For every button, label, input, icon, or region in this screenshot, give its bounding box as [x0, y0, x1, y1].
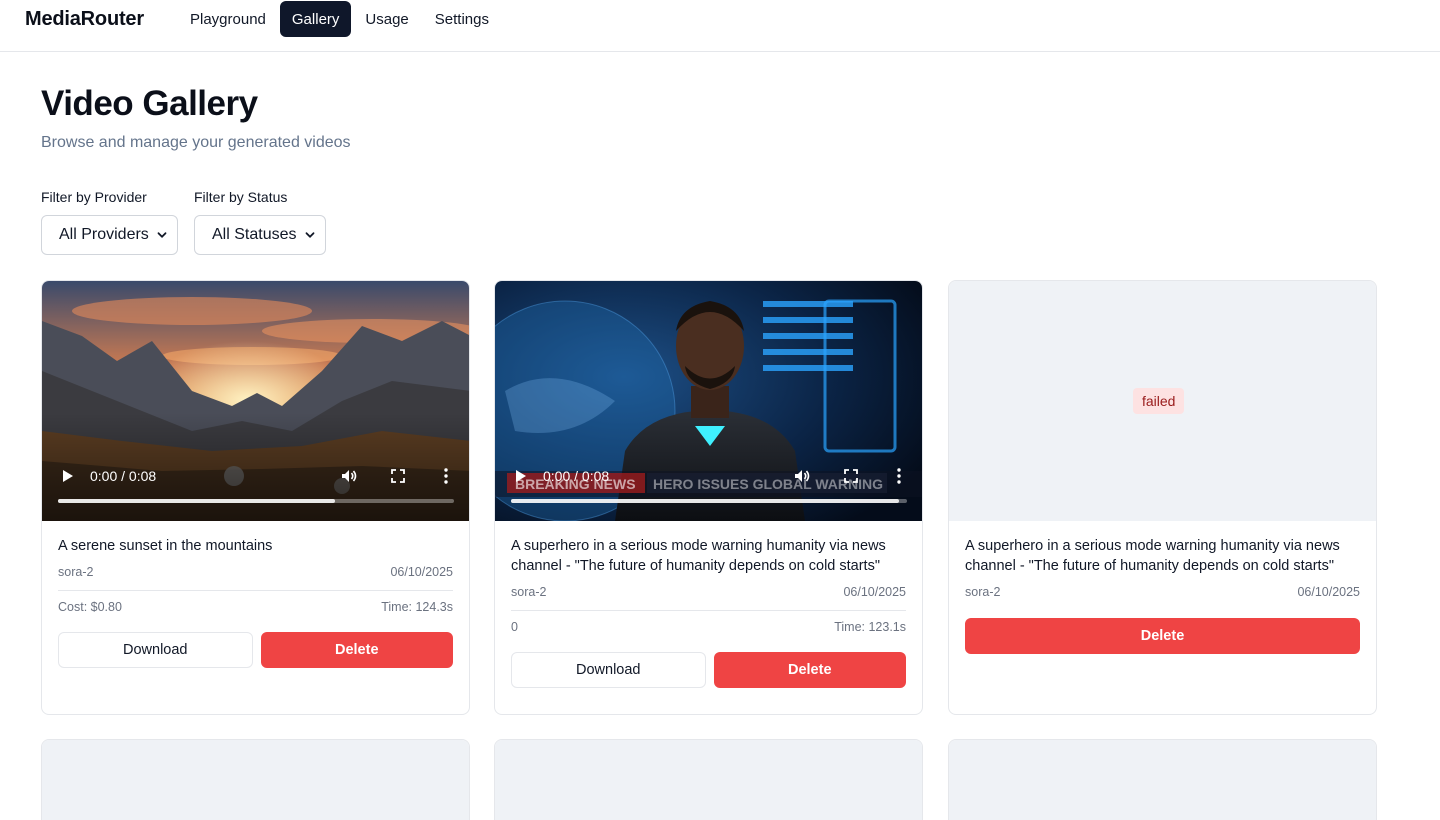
nav-settings[interactable]: Settings: [423, 1, 501, 37]
play-icon[interactable]: [62, 469, 74, 483]
video-progress-track[interactable]: [511, 499, 907, 503]
video-model: sora-2: [511, 585, 547, 599]
video-card-loading: [494, 739, 923, 820]
video-timecode: 0:00 / 0:08: [543, 468, 610, 484]
provider-filter: Filter by Provider All Providers: [41, 189, 178, 255]
video-time: Time: 123.1s: [834, 620, 906, 634]
page-subtitle: Browse and manage your generated videos: [41, 134, 351, 151]
download-button[interactable]: Download: [511, 652, 706, 688]
video-card-info: A serene sunset in the mountains sora-2 …: [58, 536, 453, 668]
video-prompt: A superhero in a serious mode warning hu…: [511, 538, 886, 574]
provider-select[interactable]: All Providers: [41, 215, 178, 255]
video-model: sora-2: [58, 565, 94, 579]
video-actions: Download Delete: [511, 652, 906, 688]
divider: [511, 610, 906, 611]
provider-select-value: All Providers: [59, 226, 149, 243]
more-options-icon[interactable]: [895, 467, 903, 485]
divider: [58, 590, 453, 591]
video-card-info: A superhero in a serious mode warning hu…: [511, 536, 906, 688]
delete-button[interactable]: Delete: [713, 652, 906, 688]
video-card: 0:00 / 0:08 A serene sunset in the mount…: [41, 280, 470, 715]
delete-button[interactable]: Delete: [965, 618, 1360, 654]
video-meta: sora-2 06/10/2025: [965, 585, 1360, 599]
video-meta: sora-2 06/10/2025: [58, 565, 453, 579]
main-nav: Playground Gallery Usage Settings: [178, 1, 501, 37]
video-card: BREAKING NEWS HERO ISSUES GLOBAL WARNING…: [494, 280, 923, 715]
video-progress-fill: [58, 499, 336, 503]
video-date: 06/10/2025: [843, 585, 906, 599]
video-card-failed: failed A superhero in a serious mode war…: [948, 280, 1377, 715]
video-prompt: A superhero in a serious mode warning hu…: [965, 538, 1340, 574]
video-cost: Cost: $0.80: [58, 600, 122, 614]
video-actions: Delete: [965, 618, 1360, 654]
video-progress-track[interactable]: [58, 499, 454, 503]
nav-usage[interactable]: Usage: [353, 1, 420, 37]
status-badge: failed: [1133, 388, 1185, 414]
video-date: 06/10/2025: [1297, 585, 1360, 599]
video-card-loading: [41, 739, 470, 820]
video-player[interactable]: BREAKING NEWS HERO ISSUES GLOBAL WARNING…: [495, 281, 922, 521]
fullscreen-icon[interactable]: [390, 468, 406, 484]
delete-button[interactable]: Delete: [260, 632, 453, 668]
video-actions: Download Delete: [58, 632, 453, 668]
video-date: 06/10/2025: [390, 565, 453, 579]
video-card-info: A superhero in a serious mode warning hu…: [965, 536, 1360, 654]
brand-logo[interactable]: MediaRouter: [25, 8, 144, 31]
chevron-down-icon: [305, 232, 315, 238]
volume-icon[interactable]: [340, 467, 358, 485]
nav-playground[interactable]: Playground: [178, 1, 278, 37]
video-placeholder: [495, 740, 922, 820]
video-placeholder: [42, 740, 469, 820]
status-filter-label: Filter by Status: [194, 189, 288, 205]
video-controls: 0:00 / 0:08: [42, 457, 469, 521]
nav-gallery[interactable]: Gallery: [279, 1, 352, 37]
video-placeholder: failed: [949, 281, 1376, 521]
status-select-value: All Statuses: [212, 226, 297, 243]
download-button[interactable]: Download: [58, 632, 253, 668]
video-cost: 0: [511, 620, 518, 634]
video-stats: Cost: $0.80 Time: 124.3s: [58, 600, 453, 614]
video-timecode: 0:00 / 0:08: [90, 468, 157, 484]
fullscreen-icon[interactable]: [843, 468, 859, 484]
more-options-icon[interactable]: [442, 467, 450, 485]
chevron-down-icon: [157, 232, 167, 238]
page-title: Video Gallery: [41, 84, 258, 123]
video-controls: 0:00 / 0:08: [495, 457, 922, 521]
video-stats: 0 Time: 123.1s: [511, 620, 906, 634]
video-card-loading: [948, 739, 1377, 820]
status-filter: Filter by Status All Statuses: [194, 189, 326, 255]
status-select[interactable]: All Statuses: [194, 215, 326, 255]
play-icon[interactable]: [515, 469, 527, 483]
video-player[interactable]: 0:00 / 0:08: [42, 281, 469, 521]
top-navbar: MediaRouter Playground Gallery Usage Set…: [0, 0, 1440, 52]
provider-filter-label: Filter by Provider: [41, 189, 147, 205]
video-time: Time: 124.3s: [381, 600, 453, 614]
video-placeholder: [949, 740, 1376, 820]
video-progress-fill: [511, 499, 900, 503]
video-meta: sora-2 06/10/2025: [511, 585, 906, 599]
video-model: sora-2: [965, 585, 1001, 599]
volume-icon[interactable]: [793, 467, 811, 485]
video-prompt: A serene sunset in the mountains: [58, 538, 273, 554]
